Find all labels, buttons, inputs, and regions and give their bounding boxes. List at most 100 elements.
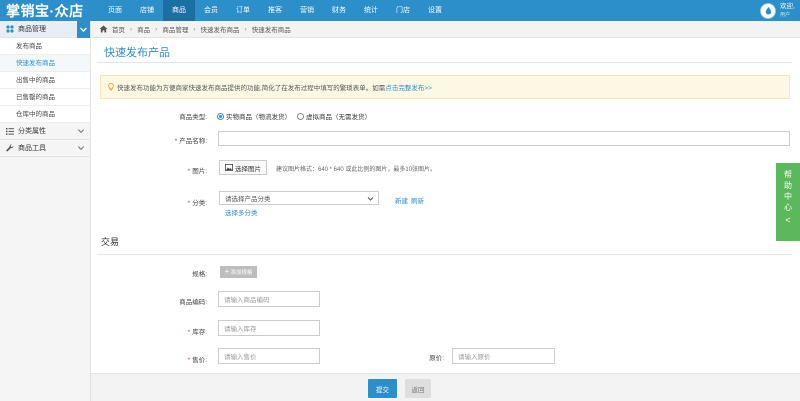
radio-button-checked[interactable] [217, 112, 224, 120]
home-icon[interactable] [99, 25, 108, 33]
wrench-icon [5, 144, 15, 152]
back-button[interactable]: 返回 [405, 379, 431, 398]
help-center-tab[interactable]: 帮 助 中 心 < [776, 163, 800, 241]
product-name-label-text: 产品名称: [179, 138, 207, 145]
plus-icon: + [224, 267, 230, 276]
radio-label: 实物商品（物流发货） [226, 114, 291, 121]
full-publish-link[interactable]: 点击完整发布>> [385, 82, 432, 92]
app-logo[interactable]: 掌销宝·众店 [6, 1, 84, 21]
stock-label-text: 库存: [192, 329, 207, 336]
image-label: * 图片: [137, 165, 207, 175]
sidebar-item-publish-product[interactable]: 发布商品 [0, 38, 90, 55]
sidebar-item-quick-publish[interactable]: 快速发布商品 [0, 55, 90, 72]
sidebar-group-label: 商品工具 [18, 145, 46, 152]
info-notice: 快速发布功能为方便商家快速发布商品提供的功能,简化了在发布过程中填写的繁琐表单。… [100, 75, 790, 99]
nav-item-finance[interactable]: 财务 [323, 0, 355, 21]
category-select-value: 请选择产品分类 [225, 196, 271, 203]
add-spec-button[interactable]: + 添加规格 [220, 266, 257, 278]
lightbulb-icon [108, 83, 114, 91]
sidebar-collapse-toggle[interactable] [77, 21, 90, 38]
breadcrumb-separator: › [155, 25, 158, 33]
category-label: * 分类: [137, 197, 207, 207]
help-tab-char: 帮 [784, 170, 792, 179]
choose-image-button[interactable]: 选择图片 [219, 160, 267, 175]
chevron-down-icon [367, 197, 374, 201]
user-welcome-text: 欢迎, [780, 2, 795, 10]
chevron-down-icon [80, 27, 87, 32]
choose-image-button-label: 选择图片 [235, 165, 261, 173]
image-label-text: 图片: [192, 168, 207, 175]
main-nav: 页面 店铺 商品 会员 订单 推客 营销 财务 统计 门店 设置 [99, 0, 451, 21]
required-marker: * [187, 329, 191, 336]
nav-item-pages[interactable]: 页面 [99, 0, 131, 21]
add-spec-button-label: 添加规格 [230, 270, 253, 276]
required-marker: * [174, 138, 178, 145]
notice-text: 快速发布功能为方便商家快速发布商品提供的功能,简化了在发布过程中填写的繁琐表单。… [117, 85, 386, 92]
nav-item-shop[interactable]: 店铺 [131, 0, 163, 21]
nav-item-orders[interactable]: 订单 [227, 0, 259, 21]
user-name-text: 用户 [780, 11, 791, 18]
price-label-text: 售价: [192, 357, 207, 364]
image-format-hint: 建议图片格式：640 * 640 或此比例的图片，最多10张图片。 [276, 167, 437, 173]
submit-button[interactable]: 提交 [368, 379, 397, 398]
product-code-input[interactable]: 请输入商品编码 [218, 291, 320, 307]
product-name-label: * 产品名称: [137, 135, 207, 145]
nav-item-stores[interactable]: 门店 [387, 0, 419, 21]
help-tab-char: 助 [784, 181, 792, 190]
radio-button[interactable] [297, 112, 304, 120]
breadcrumb-product-management[interactable]: 商品管理 [162, 24, 188, 34]
grid-icon [5, 25, 15, 33]
top-navigation-bar: 掌销宝·众店 页面 店铺 商品 会员 订单 推客 营销 财务 统计 门店 设置 … [0, 0, 800, 21]
price-label: * 售价: [137, 354, 207, 364]
original-price-input[interactable]: 请输入原价 [452, 348, 555, 364]
breadcrumb-products[interactable]: 商品 [137, 24, 150, 34]
nav-item-settings[interactable]: 设置 [419, 0, 451, 21]
trade-section-title: 交易 [101, 237, 120, 247]
nav-item-statistics[interactable]: 统计 [355, 0, 387, 21]
required-marker: * [187, 357, 191, 364]
multi-category-link[interactable]: 选择多分类 [225, 207, 258, 217]
spec-label: 规格: [192, 271, 207, 278]
breadcrumb-quick-publish[interactable]: 快速发布商品 [201, 24, 240, 34]
avatar[interactable] [760, 2, 776, 19]
sidebar-group-product-tools[interactable]: 商品工具 [0, 140, 90, 157]
nav-item-members[interactable]: 会员 [195, 0, 227, 21]
user-menu[interactable]: 欢迎, 用户 [760, 0, 800, 21]
stock-label: * 库存: [137, 326, 207, 336]
price-input[interactable]: 请输入售价 [218, 348, 320, 364]
product-type-label: 商品类型: [179, 114, 207, 121]
breadcrumb-separator: › [130, 25, 133, 33]
category-select[interactable]: 请选择产品分类 [219, 191, 379, 205]
radio-label: 虚拟商品（无需发货） [306, 114, 371, 121]
category-label-text: 分类: [192, 200, 207, 207]
sidebar-group-label: 分类属性 [18, 128, 46, 135]
breadcrumb-home[interactable]: 首页 [112, 24, 125, 34]
breadcrumb-separator: › [244, 25, 247, 33]
nav-item-marketing[interactable]: 营销 [291, 0, 323, 21]
breadcrumb-separator: › [193, 25, 196, 33]
nav-item-promoters[interactable]: 推客 [259, 0, 291, 21]
sidebar-item-warehouse[interactable]: 仓库中的商品 [0, 106, 90, 123]
main-content: 快速发布产品 快速发布功能为方便商家快速发布商品提供的功能,简化了在发布过程中填… [91, 38, 800, 401]
stock-input[interactable]: 请输入库存 [218, 320, 320, 336]
product-code-label: 商品编码: [179, 299, 207, 306]
radio-physical-product[interactable]: 实物商品（物流发货） [217, 111, 291, 121]
divider [97, 254, 792, 255]
sidebar-group-category-attributes[interactable]: 分类属性 [0, 123, 90, 140]
refresh-category-link[interactable]: 刷新 [411, 195, 424, 205]
original-price-label: 原价: [429, 355, 444, 362]
breadcrumb: 首页 › 商品 › 商品管理 › 快速发布商品 › 快速发布商品 [91, 21, 800, 38]
sidebar: 商品管理 发布商品 快速发布商品 出售中的商品 已售罄的商品 仓库中的商品 分类… [0, 21, 91, 401]
chevron-left-icon: < [785, 215, 791, 225]
required-marker: * [187, 168, 191, 175]
sidebar-item-sold-out[interactable]: 已售罄的商品 [0, 89, 90, 106]
nav-item-products[interactable]: 商品 [163, 0, 195, 21]
form-footer [91, 373, 800, 401]
sidebar-item-on-sale[interactable]: 出售中的商品 [0, 72, 90, 89]
new-category-link[interactable]: 新建 [395, 195, 408, 205]
chevron-down-icon [77, 129, 85, 134]
radio-virtual-product[interactable]: 虚拟商品（无需发货） [297, 111, 371, 121]
product-name-input[interactable] [218, 131, 790, 146]
required-marker: * [187, 200, 191, 207]
sidebar-group-product-management[interactable]: 商品管理 [0, 21, 90, 38]
